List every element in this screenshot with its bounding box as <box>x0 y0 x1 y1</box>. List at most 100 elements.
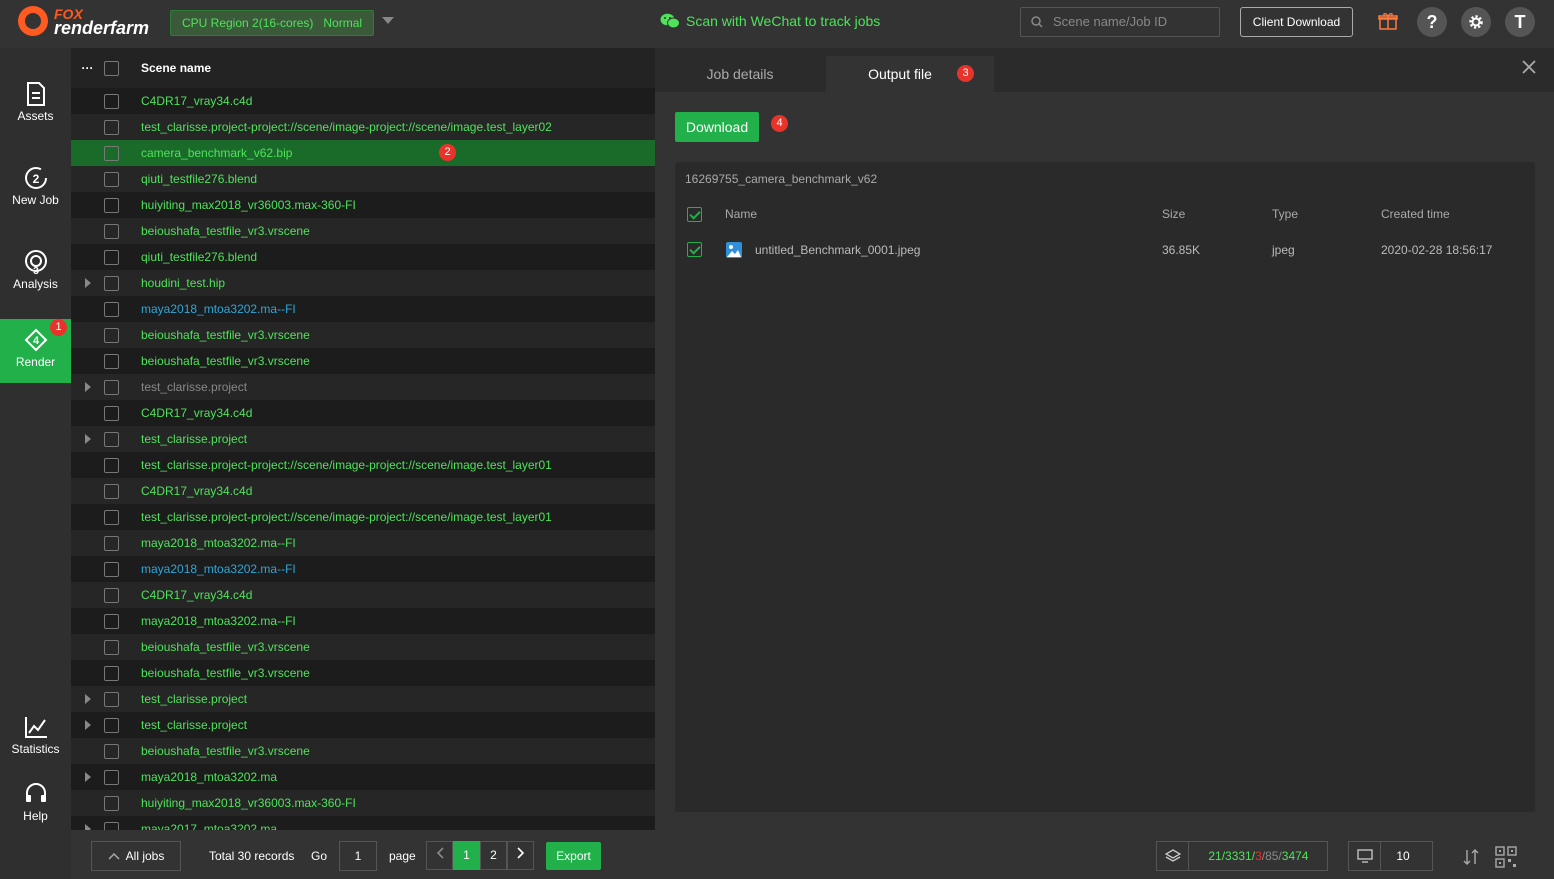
table-row[interactable]: qiuti_testfile276.blend <box>71 166 655 192</box>
column-type[interactable]: Type <box>1272 207 1298 221</box>
table-row[interactable]: qiuti_testfile276.blend <box>71 244 655 270</box>
row-checkbox[interactable] <box>104 119 119 135</box>
sidebar-item-help[interactable]: Help <box>0 773 71 837</box>
sidebar-item-statistics[interactable]: Statistics <box>0 706 71 770</box>
job-stats[interactable]: 21/3331/3/85/3474 <box>1156 841 1328 871</box>
wechat-link[interactable]: Scan with WeChat to track jobs <box>660 13 880 29</box>
row-checkbox[interactable] <box>104 743 119 759</box>
row-checkbox[interactable] <box>104 145 119 161</box>
row-checkbox[interactable] <box>104 665 119 681</box>
table-row[interactable]: beioushafa_testfile_vr3.vrscene <box>71 218 655 244</box>
column-size[interactable]: Size <box>1162 207 1185 221</box>
table-row[interactable]: huiyiting_max2018_vr36003.max-360-FI <box>71 192 655 218</box>
gift-icon[interactable] <box>1378 11 1398 31</box>
row-checkbox[interactable] <box>104 509 119 525</box>
table-row[interactable]: beioushafa_testfile_vr3.vrscene <box>71 738 655 764</box>
table-row[interactable]: test_clarisse.project-project://scene/im… <box>71 452 655 478</box>
expand-toggle[interactable] <box>71 278 104 288</box>
sidebar-item-new-job[interactable]: 2 New Job <box>0 157 71 221</box>
client-download-button[interactable]: Client Download <box>1240 7 1353 37</box>
table-row[interactable]: test_clarisse.project-project://scene/im… <box>71 114 655 140</box>
sort-icon[interactable] <box>1461 848 1481 866</box>
row-checkbox[interactable] <box>104 561 119 577</box>
table-row[interactable]: maya2018_mtoa3202.ma--FI <box>71 556 655 582</box>
select-all-checkbox[interactable] <box>104 60 119 76</box>
row-checkbox[interactable] <box>104 223 119 239</box>
table-row[interactable]: maya2018_mtoa3202.ma--FI <box>71 296 655 322</box>
page-2-button[interactable]: 2 <box>480 841 507 870</box>
all-jobs-button[interactable]: All jobs <box>91 841 181 871</box>
close-icon[interactable] <box>1522 60 1536 74</box>
row-checkbox[interactable] <box>104 769 119 785</box>
row-checkbox[interactable] <box>104 535 119 551</box>
prev-page-button[interactable] <box>426 841 453 870</box>
expand-toggle[interactable] <box>71 720 104 730</box>
table-row[interactable]: maya2018_mtoa3202.ma--FI <box>71 608 655 634</box>
row-checkbox[interactable] <box>104 587 119 603</box>
tab-job-details[interactable]: Job details <box>675 56 805 92</box>
row-checkbox[interactable] <box>104 353 119 369</box>
row-checkbox[interactable] <box>104 171 119 187</box>
row-checkbox[interactable] <box>104 795 119 811</box>
table-row[interactable]: beioushafa_testfile_vr3.vrscene <box>71 660 655 686</box>
settings-button[interactable] <box>1461 7 1491 37</box>
download-button[interactable]: Download <box>675 112 759 142</box>
expand-toggle[interactable] <box>71 772 104 782</box>
table-row[interactable]: beioushafa_testfile_vr3.vrscene <box>71 322 655 348</box>
row-checkbox[interactable] <box>104 405 119 421</box>
row-checkbox[interactable] <box>104 457 119 473</box>
next-page-button[interactable] <box>507 841 534 870</box>
table-row[interactable]: maya2017_mtoa3202.ma <box>71 816 655 830</box>
expand-toggle[interactable] <box>71 382 104 392</box>
select-all-files-checkbox[interactable] <box>687 207 702 222</box>
table-row[interactable]: test_clarisse.project <box>71 374 655 400</box>
table-row[interactable]: C4DR17_vray34.c4d <box>71 400 655 426</box>
tab-output-file[interactable]: Output file 3 <box>826 56 994 92</box>
table-row[interactable]: beioushafa_testfile_vr3.vrscene <box>71 348 655 374</box>
row-checkbox[interactable] <box>104 327 119 343</box>
column-name[interactable]: Name <box>725 207 757 221</box>
sidebar-item-analysis[interactable]: 3 Analysis <box>0 241 71 305</box>
file-checkbox[interactable] <box>687 242 702 257</box>
help-button[interactable]: ? <box>1417 7 1447 37</box>
table-row[interactable]: test_clarisse.project <box>71 712 655 738</box>
machine-count[interactable]: 10 <box>1348 841 1433 871</box>
page-1-button[interactable]: 1 <box>453 841 480 870</box>
row-checkbox[interactable] <box>104 301 119 317</box>
more-icon[interactable]: ··· <box>71 61 104 75</box>
row-checkbox[interactable] <box>104 93 119 109</box>
row-checkbox[interactable] <box>104 717 119 733</box>
row-checkbox[interactable] <box>104 613 119 629</box>
table-row[interactable]: houdini_test.hip <box>71 270 655 296</box>
table-row[interactable]: test_clarisse.project <box>71 426 655 452</box>
table-row[interactable]: test_clarisse.project <box>71 686 655 712</box>
table-row[interactable]: huiyiting_max2018_vr36003.max-360-FI <box>71 790 655 816</box>
table-row[interactable]: C4DR17_vray34.c4d <box>71 582 655 608</box>
row-checkbox[interactable] <box>104 379 119 395</box>
row-checkbox[interactable] <box>104 821 119 830</box>
row-checkbox[interactable] <box>104 639 119 655</box>
region-selector[interactable]: CPU Region 2(16-cores) Normal <box>170 10 375 36</box>
logo[interactable]: FOX renderfarm <box>18 6 149 37</box>
search-input[interactable]: Scene name/Job ID <box>1020 7 1220 37</box>
column-scene-name[interactable]: Scene name <box>141 61 211 75</box>
chevron-down-icon[interactable] <box>382 17 394 24</box>
table-row[interactable]: maya2018_mtoa3202.ma <box>71 764 655 790</box>
column-created[interactable]: Created time <box>1381 207 1450 221</box>
export-button[interactable]: Export <box>546 842 601 870</box>
expand-toggle[interactable] <box>71 434 104 444</box>
avatar[interactable]: T <box>1505 7 1535 37</box>
expand-toggle[interactable] <box>71 694 104 704</box>
row-checkbox[interactable] <box>104 431 119 447</box>
page-input[interactable]: 1 <box>339 841 377 871</box>
row-checkbox[interactable] <box>104 249 119 265</box>
table-row[interactable]: test_clarisse.project-project://scene/im… <box>71 504 655 530</box>
sidebar-item-assets[interactable]: Assets <box>0 73 71 137</box>
table-row[interactable]: C4DR17_vray34.c4d <box>71 478 655 504</box>
row-checkbox[interactable] <box>104 691 119 707</box>
sidebar-item-render[interactable]: 4 Render 1 <box>0 319 71 383</box>
row-checkbox[interactable] <box>104 483 119 499</box>
table-row[interactable]: maya2018_mtoa3202.ma--FI <box>71 530 655 556</box>
row-checkbox[interactable] <box>104 197 119 213</box>
table-row[interactable]: C4DR17_vray34.c4d <box>71 88 655 114</box>
